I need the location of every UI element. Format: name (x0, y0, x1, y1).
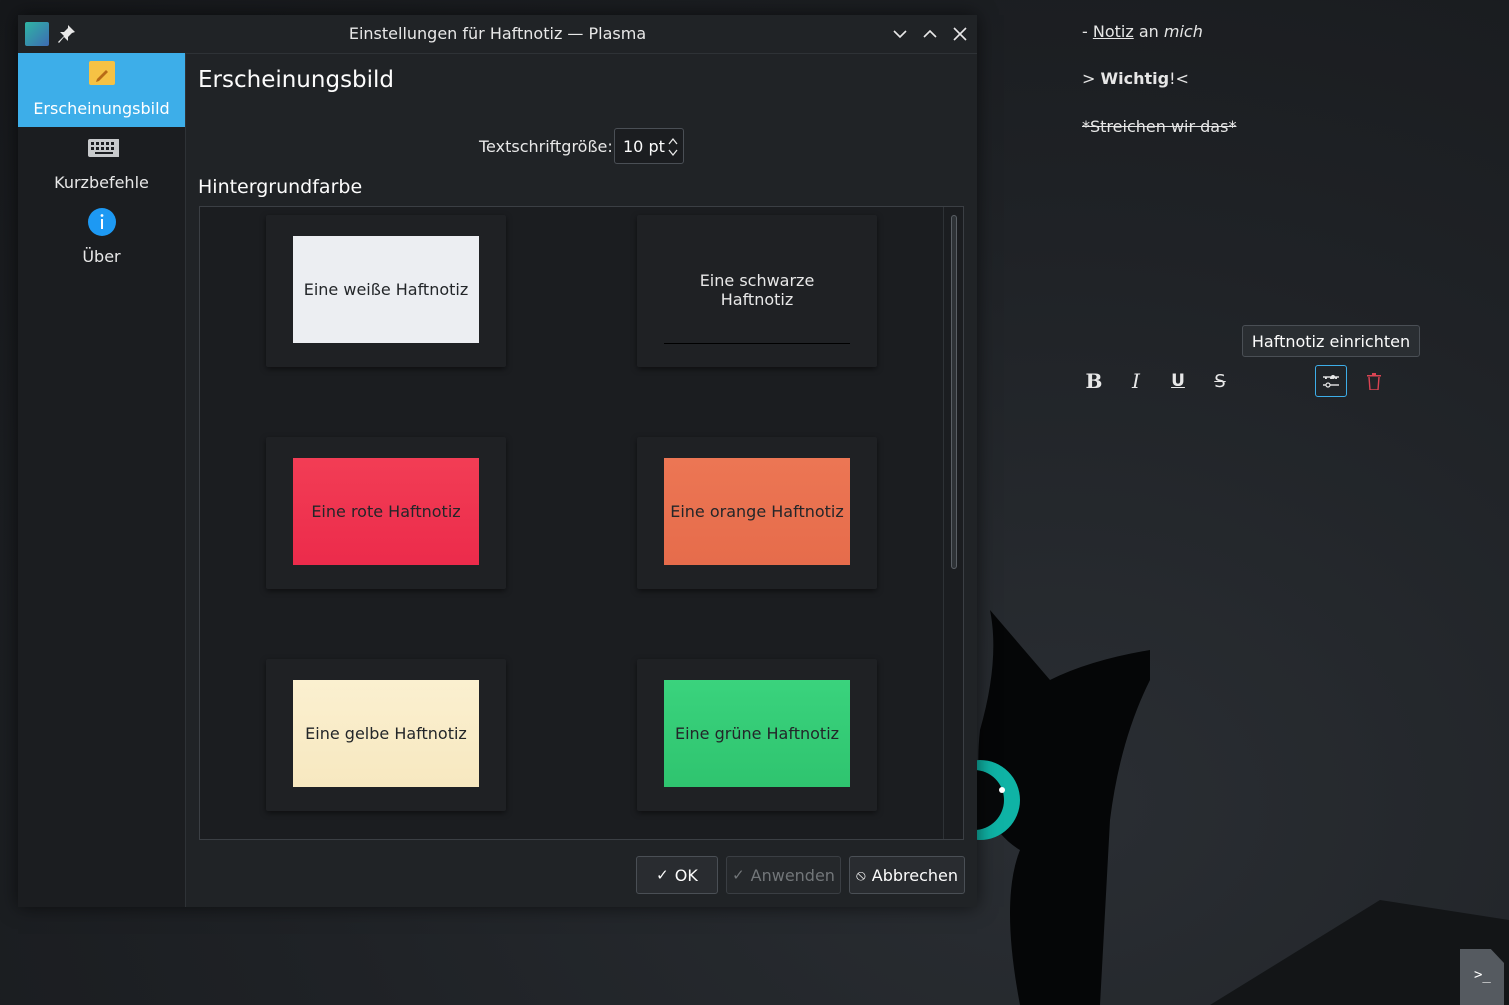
page-title: Erscheinungsbild (198, 67, 395, 93)
checkmark-icon: ✓ (656, 866, 669, 884)
note-text: > (1082, 69, 1101, 88)
ok-label: OK (674, 865, 698, 885)
apply-button[interactable]: ✓ Anwenden (726, 856, 841, 894)
color-swatch: Eine weiße Haftnotiz (293, 236, 479, 343)
sidebar-item-label: Über (82, 247, 121, 266)
font-size-label: Textschriftgröße: (479, 137, 613, 156)
note-text: an (1133, 22, 1164, 41)
configure-icon (1323, 375, 1339, 388)
sidebar: Erscheinungsbild Kurzbefehle Über (18, 53, 186, 907)
font-size-spinbox[interactable]: 10 pt (614, 128, 684, 164)
strikethrough-icon: S (1214, 370, 1226, 392)
italic-button[interactable]: I (1120, 365, 1152, 397)
note-text: - (1082, 22, 1093, 41)
close-icon[interactable] (950, 24, 970, 44)
sidebar-item-appearance[interactable]: Erscheinungsbild (18, 53, 185, 127)
color-option-orange[interactable]: Eine orange Haftnotiz (637, 437, 877, 589)
keyboard-icon (88, 139, 119, 157)
color-option-white[interactable]: Eine weiße Haftnotiz (266, 215, 506, 367)
bold-icon: B (1085, 369, 1103, 393)
color-option-black[interactable]: Eine schwarze Haftnotiz (637, 215, 877, 367)
color-swatch: Eine rote Haftnotiz (293, 458, 479, 565)
background-color-label: Hintergrundfarbe (198, 176, 363, 198)
italic-icon: I (1132, 369, 1140, 393)
sidebar-item-label: Kurzbefehle (54, 173, 149, 192)
color-option-yellow[interactable]: Eine gelbe Haftnotiz (266, 659, 506, 811)
note-line-2[interactable]: > Wichtig!< (1082, 69, 1189, 88)
sidebar-item-about[interactable]: Über (18, 201, 185, 275)
minimize-icon[interactable] (890, 24, 910, 44)
checkmark-icon: ✓ (732, 866, 745, 884)
note-text: !< (1169, 69, 1189, 88)
sticky-note-icon (89, 61, 115, 85)
color-swatch: Eine grüne Haftnotiz (664, 680, 850, 787)
note-line-3[interactable]: *Streichen wir das* (1082, 117, 1236, 136)
cancel-button[interactable]: ⦸ Abbrechen (849, 856, 965, 894)
maximize-icon[interactable] (920, 24, 940, 44)
color-option-red[interactable]: Eine rote Haftnotiz (266, 437, 506, 589)
note-underlined-text: Notiz (1092, 22, 1134, 41)
info-icon (88, 208, 116, 236)
color-option-green[interactable]: Eine grüne Haftnotiz (637, 659, 877, 811)
apply-label: Anwenden (750, 865, 835, 885)
note-strikethrough-text: *Streichen wir das* (1082, 117, 1237, 136)
delete-icon (1367, 372, 1381, 390)
note-italic-text: mich (1163, 22, 1203, 41)
cancel-icon: ⦸ (855, 866, 866, 884)
settings-dialog: Einstellungen für Haftnotiz — Plasma Ers… (18, 15, 977, 907)
configure-note-button[interactable] (1315, 365, 1347, 397)
title-bar[interactable]: Einstellungen für Haftnotiz — Plasma (18, 15, 977, 54)
underline-button[interactable]: U (1162, 365, 1194, 397)
ok-button[interactable]: ✓ OK (636, 856, 718, 894)
delete-note-button[interactable] (1358, 365, 1390, 397)
bold-button[interactable]: B (1078, 365, 1110, 397)
note-bold-text: Wichtig (1100, 69, 1170, 88)
cancel-label: Abbrechen (871, 865, 959, 885)
spin-arrows-icon[interactable] (667, 136, 679, 158)
color-swatch: Eine gelbe Haftnotiz (293, 680, 479, 787)
terminal-file-icon[interactable]: >_ (1460, 949, 1504, 1005)
sidebar-item-label: Erscheinungsbild (33, 99, 170, 118)
configure-tooltip: Haftnotiz einrichten ... (1242, 325, 1420, 383)
scrollbar[interactable] (943, 207, 963, 839)
note-line-1[interactable]: - Notiz an mich (1082, 22, 1203, 41)
color-swatch: Eine orange Haftnotiz (664, 458, 850, 565)
background-color-list[interactable]: Eine weiße Haftnotiz Eine schwarze Haftn… (199, 206, 964, 840)
sidebar-item-shortcuts[interactable]: Kurzbefehle (18, 127, 185, 201)
font-size-value: 10 pt (623, 137, 665, 156)
color-swatch: Eine schwarze Haftnotiz (664, 236, 850, 344)
scrollbar-thumb[interactable] (951, 215, 957, 569)
settings-page: Erscheinungsbild Textschriftgröße: 10 pt… (186, 53, 977, 907)
strikethrough-button[interactable]: S (1204, 365, 1236, 397)
underline-icon: U (1171, 371, 1185, 391)
window-title: Einstellungen für Haftnotiz — Plasma (348, 24, 647, 43)
wallpaper-cat-illustration (960, 610, 1509, 1005)
